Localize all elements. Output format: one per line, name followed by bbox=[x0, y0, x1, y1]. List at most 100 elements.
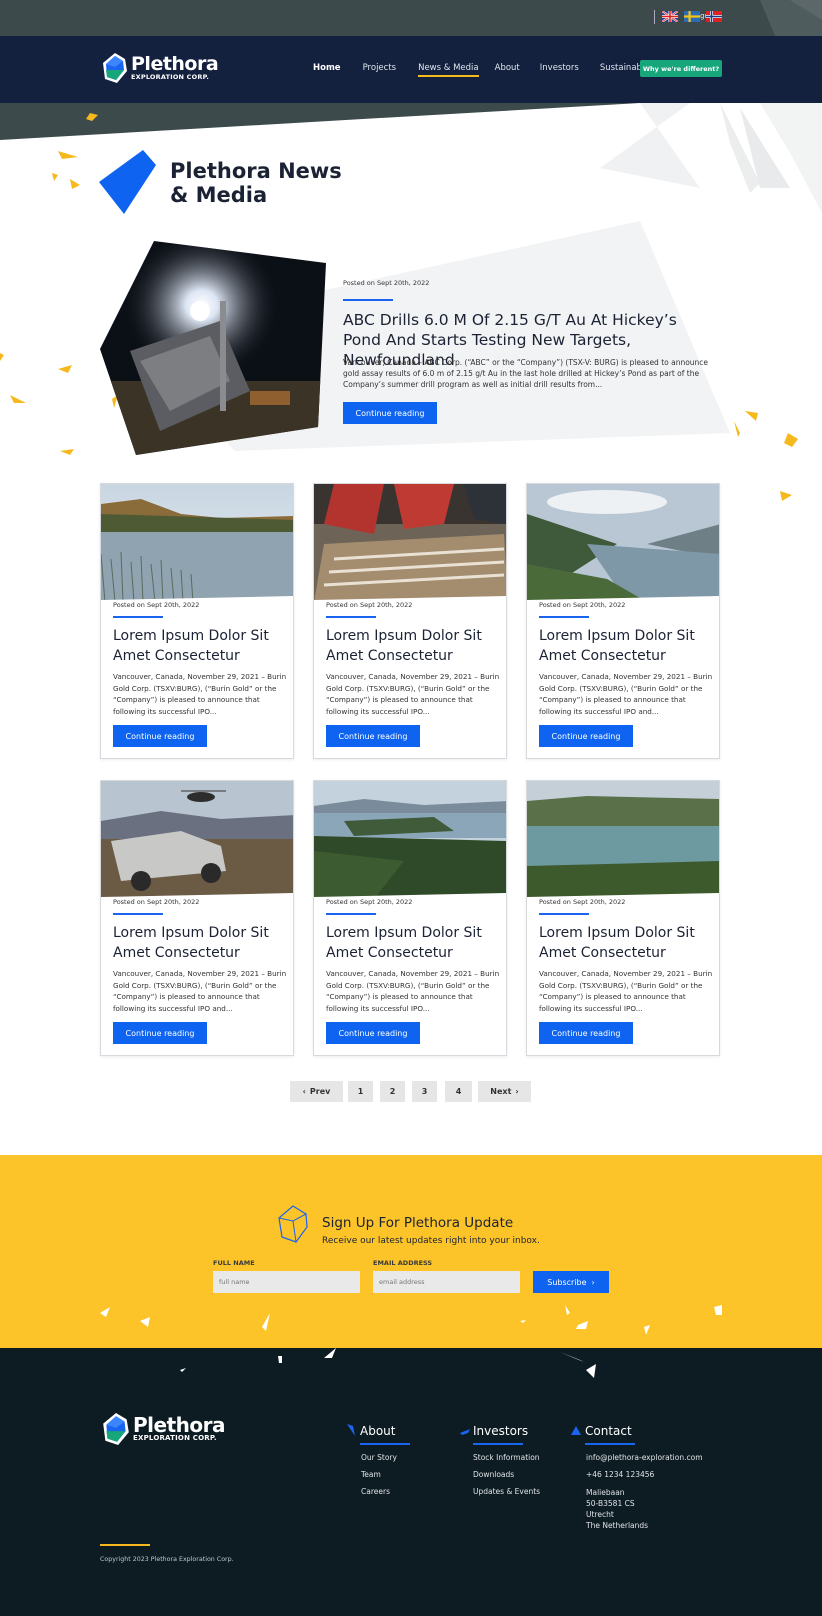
footer-contact-title: Contact bbox=[585, 1424, 632, 1438]
logo-name: Plethora bbox=[131, 53, 219, 75]
card-excerpt: Vancouver, Canada, November 29, 2021 – B… bbox=[539, 969, 713, 1013]
nav-item-investors[interactable]: Investors bbox=[540, 63, 579, 77]
card-excerpt: Vancouver, Canada, November 29, 2021 – B… bbox=[326, 969, 500, 1013]
continue-reading-button[interactable]: Continue reading bbox=[326, 725, 420, 747]
logo-subtitle: EXPLORATION CORP. bbox=[131, 73, 210, 81]
card-image-core-samples[interactable] bbox=[314, 484, 507, 602]
footer-link-careers[interactable]: Careers bbox=[361, 1486, 390, 1497]
top-bar: Language bbox=[0, 0, 822, 36]
featured-date: Posted on Sept 20th, 2022 bbox=[343, 279, 430, 287]
footer-address-line1: Maliebaan bbox=[586, 1488, 625, 1497]
card-image-fjord[interactable] bbox=[527, 484, 720, 602]
footer-logo[interactable]: Plethora EXPLORATION CORP. bbox=[103, 1413, 225, 1445]
featured-excerpt: Vancouver, Canada – ABC Corp. (“ABC” or … bbox=[343, 358, 709, 389]
nav-links: Home Projects News & Media About Investo… bbox=[313, 63, 657, 77]
card-title[interactable]: Lorem Ipsum Dolor Sit Amet Consectetur bbox=[539, 626, 714, 666]
norway-flag-icon[interactable] bbox=[706, 11, 722, 22]
footer-address-line4: The Netherlands bbox=[586, 1521, 649, 1530]
site-logo[interactable]: Plethora EXPLORATION CORP. bbox=[103, 53, 219, 83]
news-card: Posted on Sept 20th, 2022 Lorem Ipsum Do… bbox=[100, 780, 294, 1056]
investors-accent-icon bbox=[460, 1429, 470, 1435]
nav-item-news-media[interactable]: News & Media bbox=[418, 63, 479, 77]
nav-item-about[interactable]: About bbox=[495, 63, 520, 77]
plethora-logo-icon bbox=[103, 1413, 129, 1445]
main-navigation: Plethora EXPLORATION CORP. Home Projects… bbox=[0, 36, 822, 103]
full-name-input[interactable] bbox=[213, 1271, 360, 1293]
card-image-forest-lake[interactable] bbox=[314, 781, 507, 899]
continue-reading-button[interactable]: Continue reading bbox=[113, 725, 207, 747]
footer-investors-divider bbox=[473, 1443, 523, 1445]
full-name-label: FULL NAME bbox=[213, 1259, 255, 1267]
why-different-button[interactable]: Why we're different? bbox=[640, 60, 722, 77]
card-divider bbox=[539, 616, 589, 618]
featured-continue-button[interactable]: Continue reading bbox=[343, 402, 437, 424]
page-title-line1: Plethora News bbox=[170, 159, 342, 183]
card-image-lake-reeds[interactable] bbox=[101, 484, 294, 602]
email-input[interactable] bbox=[373, 1271, 520, 1293]
card-image-truck-helicopter[interactable] bbox=[101, 781, 294, 899]
card-date: Posted on Sept 20th, 2022 bbox=[113, 898, 200, 906]
language-separator bbox=[654, 10, 655, 24]
card-title[interactable]: Lorem Ipsum Dolor Sit Amet Consectetur bbox=[326, 626, 501, 666]
nav-item-projects[interactable]: Projects bbox=[363, 63, 397, 77]
footer-decoration bbox=[180, 1348, 596, 1378]
news-card: Posted on Sept 20th, 2022 Lorem Ipsum Do… bbox=[313, 483, 507, 759]
footer-link-our-story[interactable]: Our Story bbox=[361, 1452, 397, 1463]
subscribe-button[interactable]: Subscribe › bbox=[533, 1271, 609, 1293]
footer-about-divider bbox=[360, 1443, 410, 1445]
card-divider bbox=[326, 616, 376, 618]
footer-link-updates-events[interactable]: Updates & Events bbox=[473, 1486, 540, 1497]
plethora-logo-icon bbox=[103, 53, 127, 83]
footer-contact-divider bbox=[585, 1443, 635, 1445]
continue-reading-button[interactable]: Continue reading bbox=[113, 1022, 207, 1044]
sweden-flag-icon[interactable] bbox=[684, 11, 700, 22]
continue-reading-button[interactable]: Continue reading bbox=[539, 725, 633, 747]
card-excerpt: Vancouver, Canada, November 29, 2021 – B… bbox=[539, 672, 713, 716]
signup-decoration bbox=[100, 1305, 722, 1335]
footer-contact-phone[interactable]: +46 1234 123456 bbox=[586, 1469, 654, 1480]
news-card: Posted on Sept 20th, 2022 Lorem Ipsum Do… bbox=[313, 780, 507, 1056]
footer-logo-text: Plethora EXPLORATION CORP. bbox=[133, 1415, 225, 1442]
featured-article-image[interactable] bbox=[100, 241, 326, 455]
pagination-page-2[interactable]: 2 bbox=[380, 1081, 405, 1102]
card-title[interactable]: Lorem Ipsum Dolor Sit Amet Consectetur bbox=[326, 923, 501, 963]
footer-address-line3: Utrecht bbox=[586, 1510, 614, 1519]
news-card: Posted on Sept 20th, 2022 Lorem Ipsum Do… bbox=[526, 483, 720, 759]
signup-subtitle: Receive our latest updates right into yo… bbox=[322, 1236, 540, 1246]
footer-link-downloads[interactable]: Downloads bbox=[473, 1469, 514, 1480]
card-divider bbox=[113, 913, 163, 915]
footer-link-stock-information[interactable]: Stock Information bbox=[473, 1452, 540, 1463]
continue-reading-button[interactable]: Continue reading bbox=[539, 1022, 633, 1044]
footer-logo-subtitle: EXPLORATION CORP. bbox=[133, 1434, 217, 1442]
pagination-page-1[interactable]: 1 bbox=[348, 1081, 373, 1102]
footer-contact-email[interactable]: info@plethora-exploration.com bbox=[586, 1452, 703, 1463]
news-card: Posted on Sept 20th, 2022 Lorem Ipsum Do… bbox=[526, 780, 720, 1056]
newsletter-gem-icon bbox=[278, 1205, 308, 1243]
card-title[interactable]: Lorem Ipsum Dolor Sit Amet Consectetur bbox=[113, 626, 288, 666]
news-card: Posted on Sept 20th, 2022 Lorem Ipsum Do… bbox=[100, 483, 294, 759]
pagination-prev-button[interactable]: ‹ Prev bbox=[290, 1081, 343, 1102]
footer-link-team[interactable]: Team bbox=[361, 1469, 381, 1480]
card-divider bbox=[113, 616, 163, 618]
pagination-prev-label: Prev bbox=[309, 1087, 331, 1096]
title-accent-shape bbox=[99, 150, 156, 214]
nav-item-home[interactable]: Home bbox=[313, 63, 341, 77]
card-excerpt: Vancouver, Canada, November 29, 2021 – B… bbox=[113, 969, 287, 1013]
card-date: Posted on Sept 20th, 2022 bbox=[326, 898, 413, 906]
copyright-divider bbox=[100, 1544, 150, 1546]
pagination-next-button[interactable]: Next › bbox=[478, 1081, 531, 1102]
card-title[interactable]: Lorem Ipsum Dolor Sit Amet Consectetur bbox=[113, 923, 288, 963]
footer-about-title: About bbox=[360, 1424, 396, 1438]
card-divider bbox=[539, 913, 589, 915]
pagination-page-3[interactable]: 3 bbox=[412, 1081, 437, 1102]
card-excerpt: Vancouver, Canada, November 29, 2021 – B… bbox=[326, 672, 500, 716]
pagination-next-label: Next bbox=[490, 1087, 512, 1096]
pagination-page-4[interactable]: 4 bbox=[445, 1081, 472, 1102]
uk-flag-icon[interactable] bbox=[662, 11, 678, 22]
contact-accent-icon bbox=[571, 1426, 581, 1435]
chevron-right-icon: › bbox=[591, 1277, 595, 1287]
continue-reading-button[interactable]: Continue reading bbox=[326, 1022, 420, 1044]
newsletter-signup-section: Sign Up For Plethora Update Receive our … bbox=[0, 1155, 822, 1348]
card-title[interactable]: Lorem Ipsum Dolor Sit Amet Consectetur bbox=[539, 923, 714, 963]
card-image-turquoise-lake[interactable] bbox=[527, 781, 720, 899]
